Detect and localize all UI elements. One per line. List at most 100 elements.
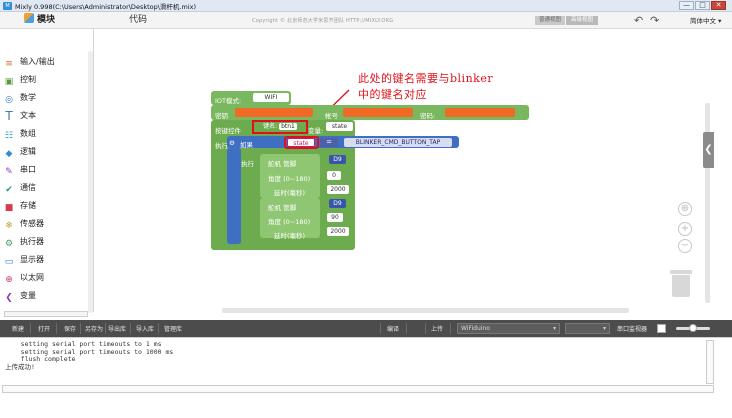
minimize-button[interactable]: — [679, 1, 694, 10]
sidebar-item-display[interactable]: ▭ 显示器 [4, 253, 90, 271]
open-button[interactable]: 打开 [38, 324, 50, 333]
delay2-value[interactable]: 2000 [327, 227, 349, 236]
sidebar-item-label: 传感器 [20, 219, 44, 228]
tab-blocks[interactable]: 模块 [24, 13, 55, 28]
normal-view-button[interactable]: 普通视图 [535, 16, 565, 25]
separator [425, 323, 426, 334]
sidebar-item-label: 逻辑 [20, 147, 36, 156]
save-as-button[interactable]: 另存为 [85, 324, 103, 333]
math-icon: ◎ [5, 95, 13, 105]
zoom-reset-icon[interactable]: ⊕ [678, 202, 692, 216]
separator [80, 323, 81, 334]
separator [30, 323, 31, 334]
sidebar-item-communication[interactable]: ✔ 通信 [4, 181, 90, 199]
compile-button[interactable]: 编译 [387, 324, 399, 333]
output-console: setting serial port timeouts to 1 ms set… [0, 337, 732, 418]
sidebar-item-storage[interactable]: ■ 存储 [4, 199, 90, 217]
top-toolbar: 模块 代码 Copyright © 北京师范大学米思齐团队 HTTP://MIX… [0, 12, 732, 29]
separator [380, 323, 381, 334]
console-output: setting serial port timeouts to 1 ms set… [5, 340, 174, 371]
sidebar-item-sensor[interactable]: ❄ 传感器 [4, 217, 90, 235]
close-button[interactable]: ✕ [711, 1, 726, 10]
key-name-highlight [252, 120, 308, 134]
angle1-value[interactable]: 0 [327, 171, 341, 180]
servo2-pin[interactable]: D9 [329, 199, 346, 208]
save-button[interactable]: 保存 [64, 324, 76, 333]
console-vertical-scrollbar[interactable] [706, 340, 714, 384]
state-highlight [284, 136, 319, 149]
sidebar-item-label: 控制 [20, 75, 36, 84]
serial-monitor-checkbox[interactable] [657, 324, 666, 333]
iot-mode-label: IOT模式: [215, 97, 242, 105]
sidebar-item-math[interactable]: ◎ 数学 [4, 91, 90, 109]
separator [130, 323, 131, 334]
iot-mode-dropdown[interactable]: WIFI [253, 93, 289, 102]
separator [450, 323, 451, 334]
port-select[interactable]: ▾ [565, 323, 610, 334]
sidebar-item-label: 存储 [20, 201, 36, 210]
import-lib-button[interactable]: 导入库 [136, 324, 154, 333]
redo-icon[interactable]: ↷ [650, 14, 659, 27]
window-title: Mixly 0.998(C:\Users\Administrator\Deskt… [15, 3, 197, 11]
sidebar-item-actuator[interactable]: ⚙ 执行器 [4, 235, 90, 253]
sidebar-item-control[interactable]: ▣ 控制 [4, 73, 90, 91]
language-select[interactable]: 简体中文 ▾ [690, 15, 721, 25]
secret-input[interactable] [235, 108, 313, 117]
console-horizontal-scrollbar[interactable] [2, 385, 714, 393]
trash-lid [670, 270, 692, 274]
export-lib-button[interactable]: 导出库 [108, 324, 126, 333]
board-select[interactable]: WiFiduino ▾ [457, 323, 560, 334]
gear-icon[interactable]: ⚙ [229, 139, 235, 147]
tab-code[interactable]: 代码 [122, 13, 154, 28]
collapse-panel-icon[interactable]: ❮ [703, 132, 714, 168]
manage-lib-button[interactable]: 管理库 [164, 324, 182, 333]
sidebar-item-text[interactable]: T 文本 [4, 109, 90, 127]
advanced-view-button[interactable]: 高级视图 [566, 16, 598, 25]
variable-label: 变量: [308, 127, 324, 135]
logic-icon: ◆ [5, 149, 13, 159]
undo-icon[interactable]: ↶ [634, 14, 643, 27]
angle2-value[interactable]: 90 [327, 213, 343, 222]
annotation-line-2: 中的键名对应 [358, 88, 427, 101]
sidebar-item-label: 显示器 [20, 255, 44, 264]
sensor-icon: ❄ [5, 221, 13, 231]
angle2-label: 角度 (0~180) [268, 218, 311, 226]
separator [158, 323, 159, 334]
angle1-label: 角度 (0~180) [268, 175, 311, 183]
sidebar-item-logic[interactable]: ◆ 逻辑 [4, 145, 90, 163]
workspace-horizontal-scrollbar[interactable] [222, 308, 629, 313]
button-control-label: 按键控件 [215, 127, 241, 135]
array-icon: ☷ [4, 131, 14, 141]
condition-value[interactable]: BLINKER_CMD_BUTTON_TAP [344, 138, 452, 147]
password-label: 密码: [420, 112, 436, 120]
sidebar-item-label: 执行器 [20, 237, 44, 246]
zoom-in-icon[interactable]: + [678, 222, 692, 236]
delay1-value[interactable]: 2000 [327, 185, 349, 194]
slider-knob[interactable] [689, 324, 697, 332]
servo2-label: 舵机 管脚 [268, 204, 297, 212]
sidebar-item-io[interactable]: ≡ 输入/输出 [4, 55, 90, 73]
maximize-button[interactable]: □ [695, 1, 710, 10]
serial-toggle-slider[interactable] [676, 324, 710, 332]
zoom-out-icon[interactable]: − [678, 239, 692, 253]
sidebar-item-serial[interactable]: ✎ 串口 [4, 163, 90, 181]
sidebar-scrollbar[interactable] [88, 51, 93, 313]
condition-operator[interactable]: = [320, 138, 338, 147]
sidebar-item-array[interactable]: ☷ 数组 [4, 127, 90, 145]
mixly-window: M Mixly 0.998(C:\Users\Administrator\Des… [0, 0, 732, 418]
sidebar-item-variable[interactable]: ❮ 变量 [4, 289, 90, 307]
variable-field[interactable]: state [326, 122, 353, 131]
sidebar-item-ethernet[interactable]: ⊕ 以太网 [4, 271, 90, 289]
do-label: 执行 [241, 160, 254, 168]
sidebar-horizontal-scrollbar[interactable] [4, 311, 88, 317]
title-bar: M Mixly 0.998(C:\Users\Administrator\Des… [0, 0, 732, 12]
password-input[interactable] [445, 108, 515, 117]
servo1-pin[interactable]: D9 [329, 155, 346, 164]
io-icon: ≡ [5, 59, 13, 69]
account-input[interactable] [343, 108, 413, 117]
serial-monitor-button[interactable]: 串口监视器 [617, 324, 647, 333]
trash-icon[interactable] [670, 270, 692, 297]
sidebar-item-label: 文本 [20, 111, 36, 120]
new-button[interactable]: 新建 [12, 324, 24, 333]
upload-button[interactable]: 上传 [431, 324, 443, 333]
